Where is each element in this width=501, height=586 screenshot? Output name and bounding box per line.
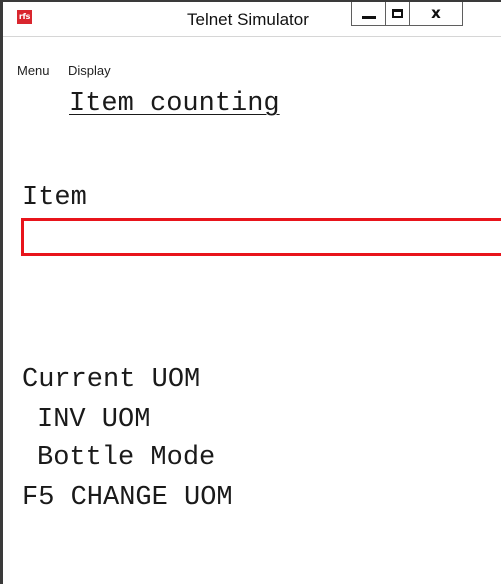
- minimize-button[interactable]: [352, 2, 386, 25]
- telnet-simulator-window: rfs Telnet Simulator x Menu Display Item…: [0, 0, 501, 584]
- maximize-button[interactable]: [386, 2, 410, 25]
- bottle-mode-value: Bottle Mode: [37, 443, 216, 473]
- item-input[interactable]: [21, 218, 501, 256]
- inv-uom-value: INV UOM: [37, 405, 151, 435]
- rfs-logo-icon: rfs: [17, 10, 32, 24]
- page-title: Item counting: [69, 89, 280, 119]
- title-bar[interactable]: rfs Telnet Simulator x: [3, 2, 501, 35]
- menu-item-menu[interactable]: Menu: [17, 63, 50, 78]
- close-button[interactable]: x: [410, 2, 462, 25]
- minimize-icon: [361, 15, 376, 19]
- close-icon: x: [431, 4, 441, 22]
- current-uom-label: Current UOM: [22, 365, 201, 395]
- menu-bar: Menu Display: [3, 36, 501, 87]
- window-controls: x: [351, 2, 463, 26]
- maximize-icon: [392, 9, 403, 18]
- item-label: Item: [22, 183, 87, 213]
- f5-change-uom-hint: F5 CHANGE UOM: [22, 483, 233, 513]
- menu-item-display[interactable]: Display: [68, 63, 111, 78]
- terminal-screen: Item counting Item Current UOM INV UOM B…: [3, 86, 501, 586]
- window-title: Telnet Simulator: [187, 10, 309, 29]
